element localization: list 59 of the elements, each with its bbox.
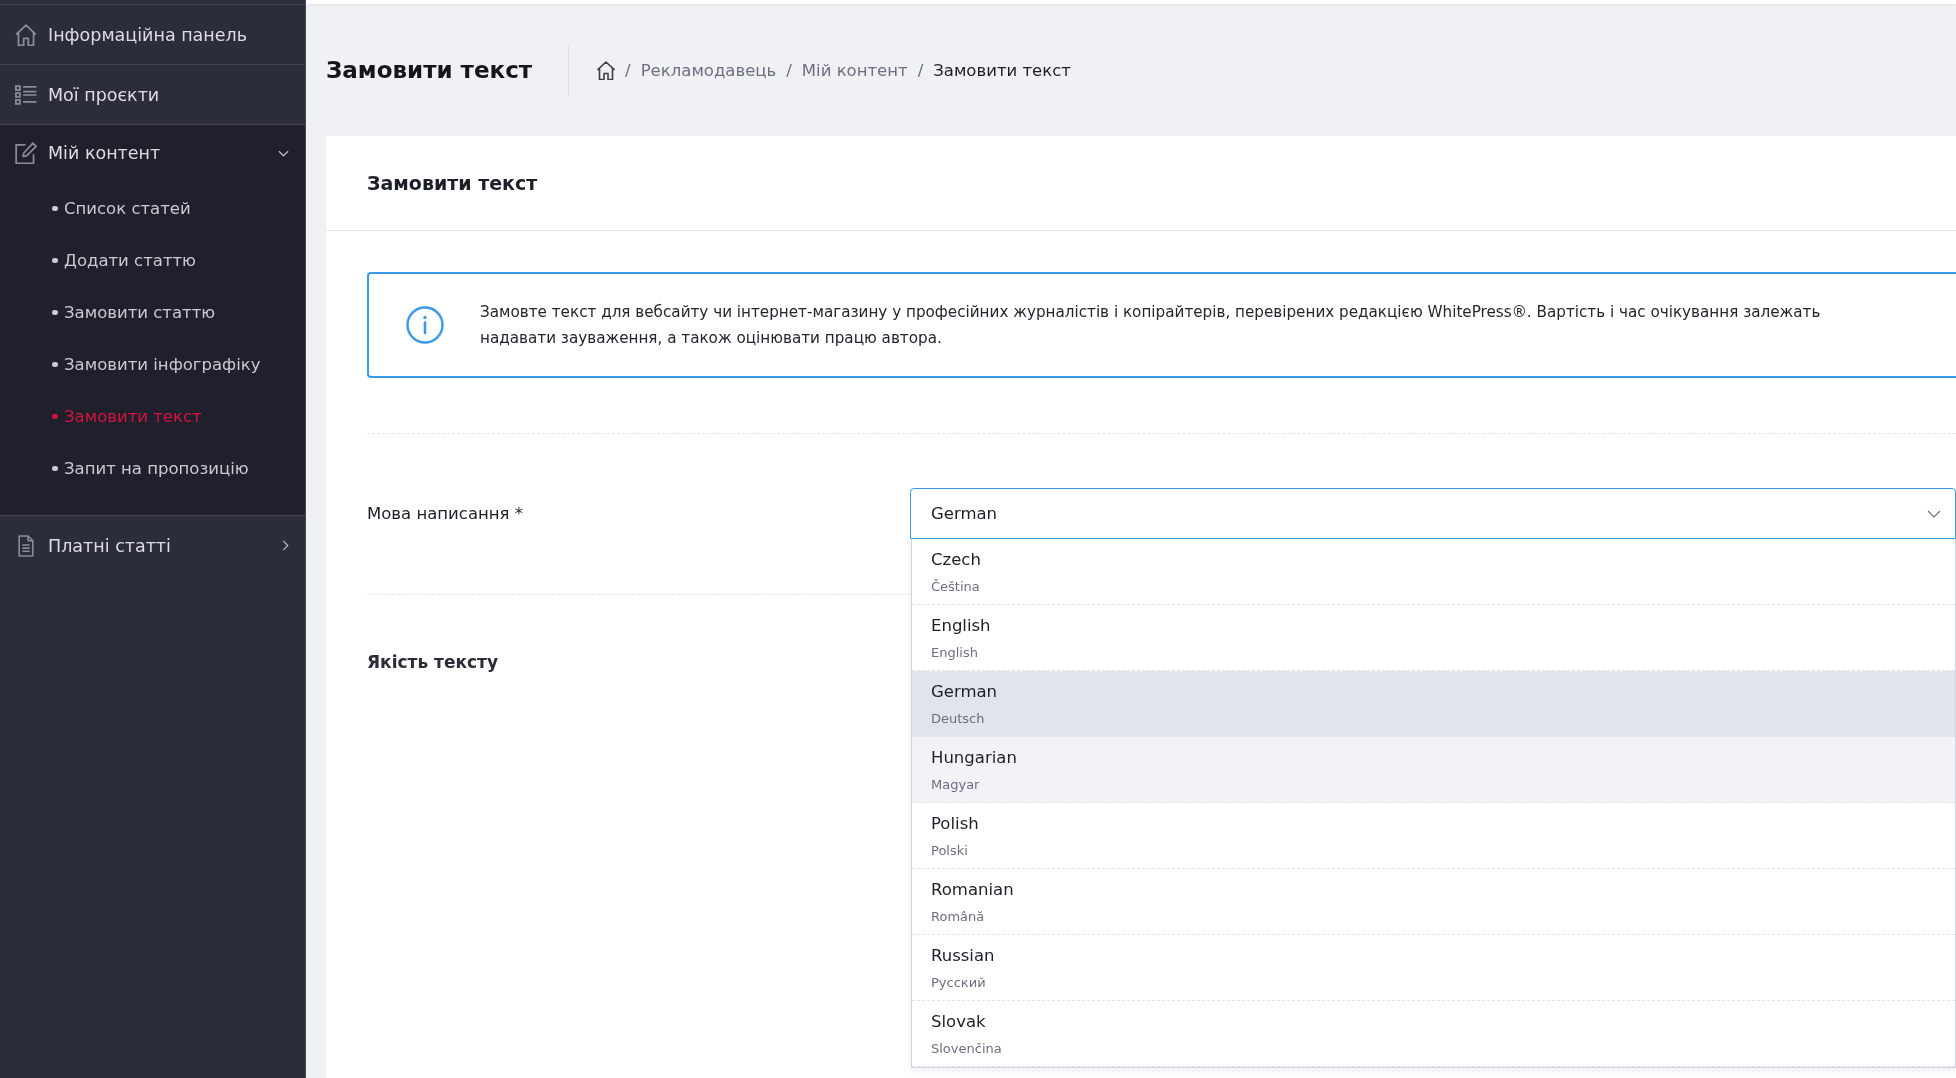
home-icon (15, 23, 37, 46)
breadcrumb-separator: / (786, 60, 792, 80)
page-title: Замовити текст (326, 57, 533, 83)
submenu-item[interactable]: Замовити статтю (0, 286, 305, 338)
breadcrumb-link[interactable]: Мій контент (801, 60, 908, 80)
edit-icon (15, 142, 37, 164)
home-icon[interactable] (597, 60, 616, 80)
document-icon (15, 534, 37, 557)
native-language-name: Čeština (931, 578, 981, 596)
submenu-item[interactable]: Замовити інфографіку (0, 338, 305, 390)
sidebar-item[interactable]: Інформаційна панель (0, 4, 305, 64)
bullet-icon (52, 413, 58, 419)
bullet-icon (52, 309, 58, 315)
sidebar-item[interactable]: Платні статті (0, 515, 305, 575)
breadcrumb-separator: / (917, 60, 924, 80)
chevron-right-icon (282, 540, 289, 551)
field-label: Мова написання * (367, 504, 524, 523)
list-icon (15, 83, 37, 106)
native-language-name: Română (931, 908, 986, 926)
language-name: Russian (931, 945, 996, 967)
language-name: Romanian (931, 879, 1015, 901)
chevron-down-icon (1927, 509, 1941, 518)
bullet-icon (52, 465, 58, 471)
dropdown-option[interactable]: Slovak Slovenčina (912, 1001, 1955, 1067)
language-name: German (931, 681, 999, 703)
breadcrumb-separator: / (625, 60, 631, 80)
submenu-item[interactable]: Додати статтю (0, 234, 305, 286)
breadcrumb-current: Замовити текст (933, 60, 1071, 80)
submenu-item[interactable]: Запит на пропозицію (0, 442, 305, 494)
card-title: Замовити текст (367, 172, 538, 194)
breadcrumb-link[interactable]: Рекламодавець (640, 60, 777, 80)
section-label: Якість тексту (367, 652, 498, 672)
language-name: Slovak (931, 1011, 987, 1033)
native-language-name: Slovenčina (931, 1040, 1003, 1058)
language-name: Hungarian (931, 747, 1018, 769)
dropdown-option[interactable]: Hungarian Magyar (912, 737, 1955, 803)
info-text: Замовте текст для вебсайту чи інтернет-магазину у професійних журналістів і копірайтерів, перевірених редакцією WhitePress®. Вартість і час очікування залежать надавати зауваження, а також оцінювати працю автора. (480, 302, 1821, 349)
language-name: Polish (931, 813, 980, 835)
native-language-name: Magyar (931, 776, 981, 794)
native-language-name: English (931, 644, 979, 662)
native-language-name: Русский (931, 974, 987, 992)
dropdown-option[interactable]: Romanian Română (912, 869, 1955, 935)
bullet-icon (52, 205, 58, 211)
bullet-icon (52, 361, 58, 367)
sidebar-item[interactable]: Мій контент (0, 124, 305, 181)
dropdown-option[interactable]: Russian Русский (912, 935, 1955, 1001)
native-language-name: Polski (931, 842, 969, 860)
native-language-name: Deutsch (931, 710, 986, 728)
dropdown-option[interactable]: Czech Čeština (912, 539, 1955, 605)
bullet-icon (52, 257, 58, 263)
language-name: English (931, 615, 992, 637)
language-select[interactable]: German (910, 488, 1956, 539)
dropdown-option[interactable]: Polish Polski (912, 803, 1955, 869)
dropdown-option[interactable]: German Deutsch (912, 671, 1955, 737)
language-name: Czech (931, 549, 982, 571)
chevron-down-icon (278, 149, 289, 157)
submenu-item[interactable]: Список статей (0, 182, 305, 234)
dropdown-option[interactable]: English English (912, 605, 1955, 671)
info-icon (406, 306, 444, 344)
